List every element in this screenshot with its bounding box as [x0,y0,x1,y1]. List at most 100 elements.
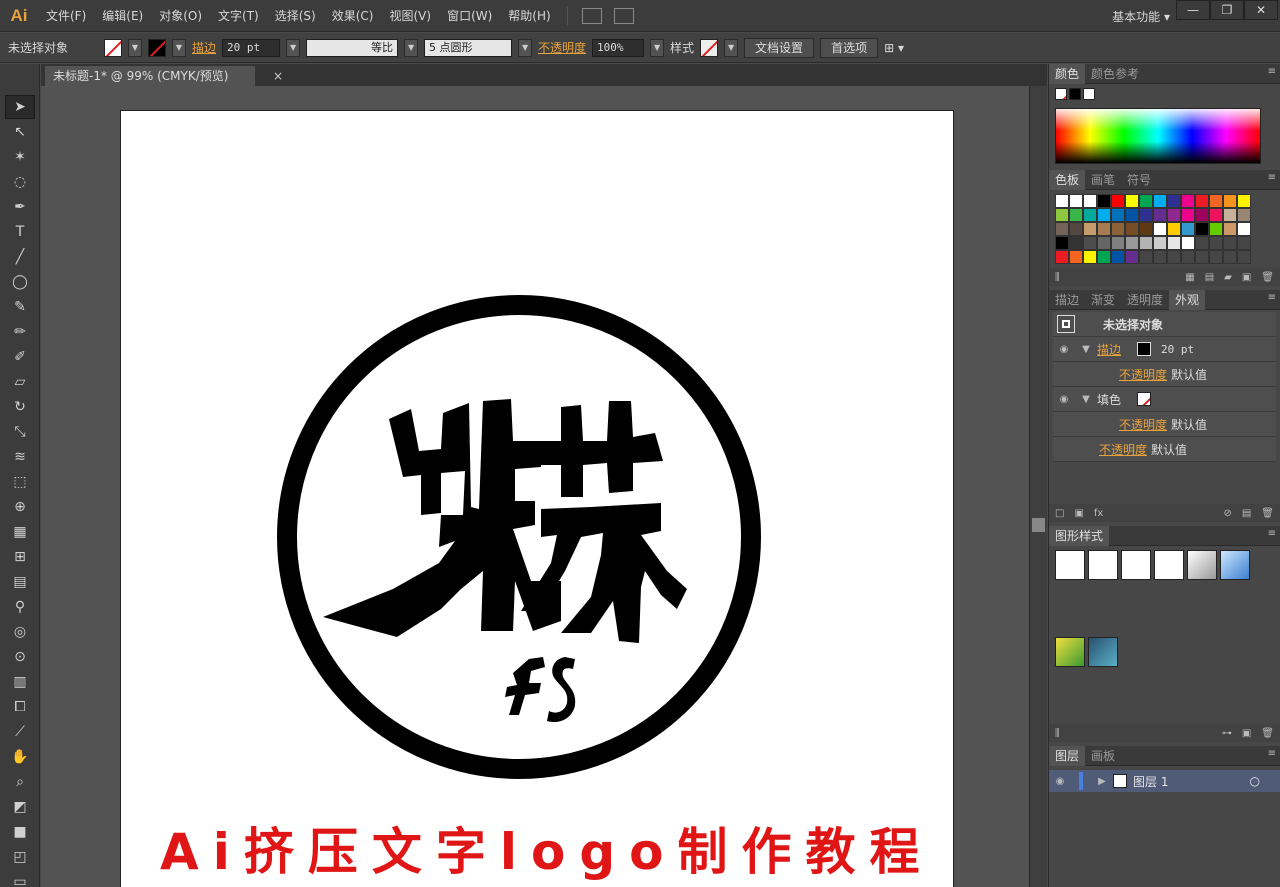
visibility-eye-icon[interactable]: ◉ [1049,776,1071,787]
canvas-vertical-scrollbar[interactable] [1029,86,1047,887]
zoom-tool-icon[interactable]: ⌕ [5,770,35,794]
fill-stroke-icon[interactable]: ◩ [5,795,35,819]
color-swatch[interactable] [1181,236,1195,250]
color-swatch[interactable] [1125,194,1139,208]
style-dropdown-icon[interactable]: ▼ [724,38,739,57]
color-swatch[interactable] [1223,222,1237,236]
align-options-icon[interactable]: ⊞ ▾ [884,41,904,55]
stroke-color-swatch[interactable] [1137,342,1151,356]
color-swatch[interactable] [1195,250,1209,264]
color-swatch[interactable] [1223,208,1237,222]
menu-type[interactable]: 文字(T) [210,0,267,32]
color-swatch[interactable] [1139,250,1153,264]
swatch-libraries-icon[interactable]: ⫼ [1055,272,1060,283]
tab-graphic-styles[interactable]: 图形样式 [1049,525,1110,546]
panel-menu-icon[interactable]: ≡ [1268,528,1276,539]
color-swatch[interactable] [1223,250,1237,264]
color-swatch[interactable] [1083,208,1097,222]
menu-window[interactable]: 窗口(W) [439,0,500,32]
expand-triangle-icon[interactable]: ▶ [1091,776,1113,787]
color-swatch[interactable] [1153,250,1167,264]
color-swatch[interactable] [1125,250,1139,264]
artboard[interactable] [120,110,954,887]
delete-style-icon[interactable]: 🗑 [1261,728,1274,739]
color-swatch[interactable] [1181,222,1195,236]
stroke-weight-dropdown-icon[interactable]: ▼ [286,38,301,57]
add-stroke-icon[interactable]: □ [1055,508,1064,519]
color-swatch[interactable] [1069,194,1083,208]
color-swatch[interactable] [1055,236,1069,250]
color-swatch[interactable] [1209,236,1223,250]
tab-stroke[interactable]: 描边 [1049,290,1085,310]
color-swatch[interactable] [1069,250,1083,264]
color-mode-icon[interactable]: ■ [5,820,35,844]
eraser-tool-icon[interactable]: ▱ [5,370,35,394]
white-swatch[interactable] [1083,88,1095,100]
color-swatch[interactable] [1139,208,1153,222]
document-tab[interactable]: 未标题-1* @ 99% (CMYK/预览) × [45,66,283,86]
tab-gradient[interactable]: 渐变 [1085,290,1121,310]
color-swatch[interactable] [1097,194,1111,208]
line-tool-icon[interactable]: ╱ [5,245,35,269]
visibility-eye-icon[interactable]: ◉ [1053,344,1075,355]
pencil-tool-icon[interactable]: ✏ [5,320,35,344]
close-tab-icon[interactable]: × [273,66,283,86]
clear-appearance-icon[interactable]: ⊘ [1223,508,1231,519]
color-swatch[interactable] [1097,222,1111,236]
paintbrush-tool-icon[interactable]: ✎ [5,295,35,319]
eyedropper-tool-icon[interactable]: ⚲ [5,595,35,619]
new-color-group-icon[interactable]: ▰ [1224,272,1232,283]
expand-triangle-icon[interactable]: ▼ [1075,394,1097,405]
stroke-opacity-label[interactable]: 不透明度 [1119,366,1167,383]
visibility-eye-icon[interactable]: ◉ [1053,394,1075,405]
color-swatch[interactable] [1083,222,1097,236]
tab-appearance[interactable]: 外观 [1169,289,1206,310]
stroke-label[interactable]: 描边 [192,39,216,56]
color-swatch[interactable] [1195,208,1209,222]
layer-row[interactable]: ◉ ▶ 图层 1 ○ [1049,770,1280,792]
color-swatch[interactable] [1083,194,1097,208]
color-swatch[interactable] [1195,222,1209,236]
color-swatch[interactable] [1111,236,1125,250]
delete-swatch-icon[interactable]: 🗑 [1261,272,1274,283]
opacity-field[interactable]: 100% [592,38,645,57]
color-swatch[interactable] [1167,250,1181,264]
tab-color-guide[interactable]: 颜色参考 [1085,64,1145,84]
panel-menu-icon[interactable]: ≡ [1268,292,1276,303]
color-swatch[interactable] [1097,250,1111,264]
color-swatch[interactable] [1153,236,1167,250]
fill-dropdown-icon[interactable]: ▼ [128,38,142,57]
layer-name[interactable]: 图层 1 [1133,773,1168,790]
color-swatch[interactable] [1139,222,1153,236]
object-opacity-label[interactable]: 不透明度 [1099,441,1147,458]
ellipse-tool-icon[interactable]: ◯ [5,270,35,294]
expand-triangle-icon[interactable]: ▼ [1075,344,1097,355]
appearance-stroke-label[interactable]: 描边 [1097,341,1137,358]
stroke-profile-select[interactable]: 等比 [306,38,399,57]
color-swatch[interactable] [1111,208,1125,222]
panel-menu-icon[interactable]: ≡ [1268,748,1276,759]
minimize-button[interactable]: — [1176,0,1210,20]
tab-swatches[interactable]: 色板 [1049,169,1086,190]
new-swatch-icon[interactable]: ▣ [1242,272,1251,283]
color-swatch[interactable] [1083,250,1097,264]
color-swatch[interactable] [1237,236,1251,250]
opacity-label[interactable]: 不透明度 [538,39,586,56]
color-swatch[interactable] [1209,250,1223,264]
panel-menu-icon[interactable]: ≡ [1268,66,1276,77]
color-swatch[interactable] [1195,236,1209,250]
color-swatch[interactable] [1139,194,1153,208]
lasso-tool-icon[interactable]: ◌ [5,170,35,194]
color-swatch[interactable] [1209,222,1223,236]
layer-target-icon[interactable]: ○ [1250,774,1260,788]
tab-artboards[interactable]: 画板 [1085,746,1121,766]
color-swatch[interactable] [1097,208,1111,222]
graphic-style-water[interactable] [1088,636,1118,667]
tab-layers[interactable]: 图层 [1049,745,1086,766]
color-swatch[interactable] [1111,194,1125,208]
color-swatch[interactable] [1111,222,1125,236]
none-swatch[interactable] [1055,88,1067,100]
color-swatch[interactable] [1237,194,1251,208]
tab-color[interactable]: 颜色 [1049,63,1086,84]
canvas[interactable] [41,86,1029,887]
